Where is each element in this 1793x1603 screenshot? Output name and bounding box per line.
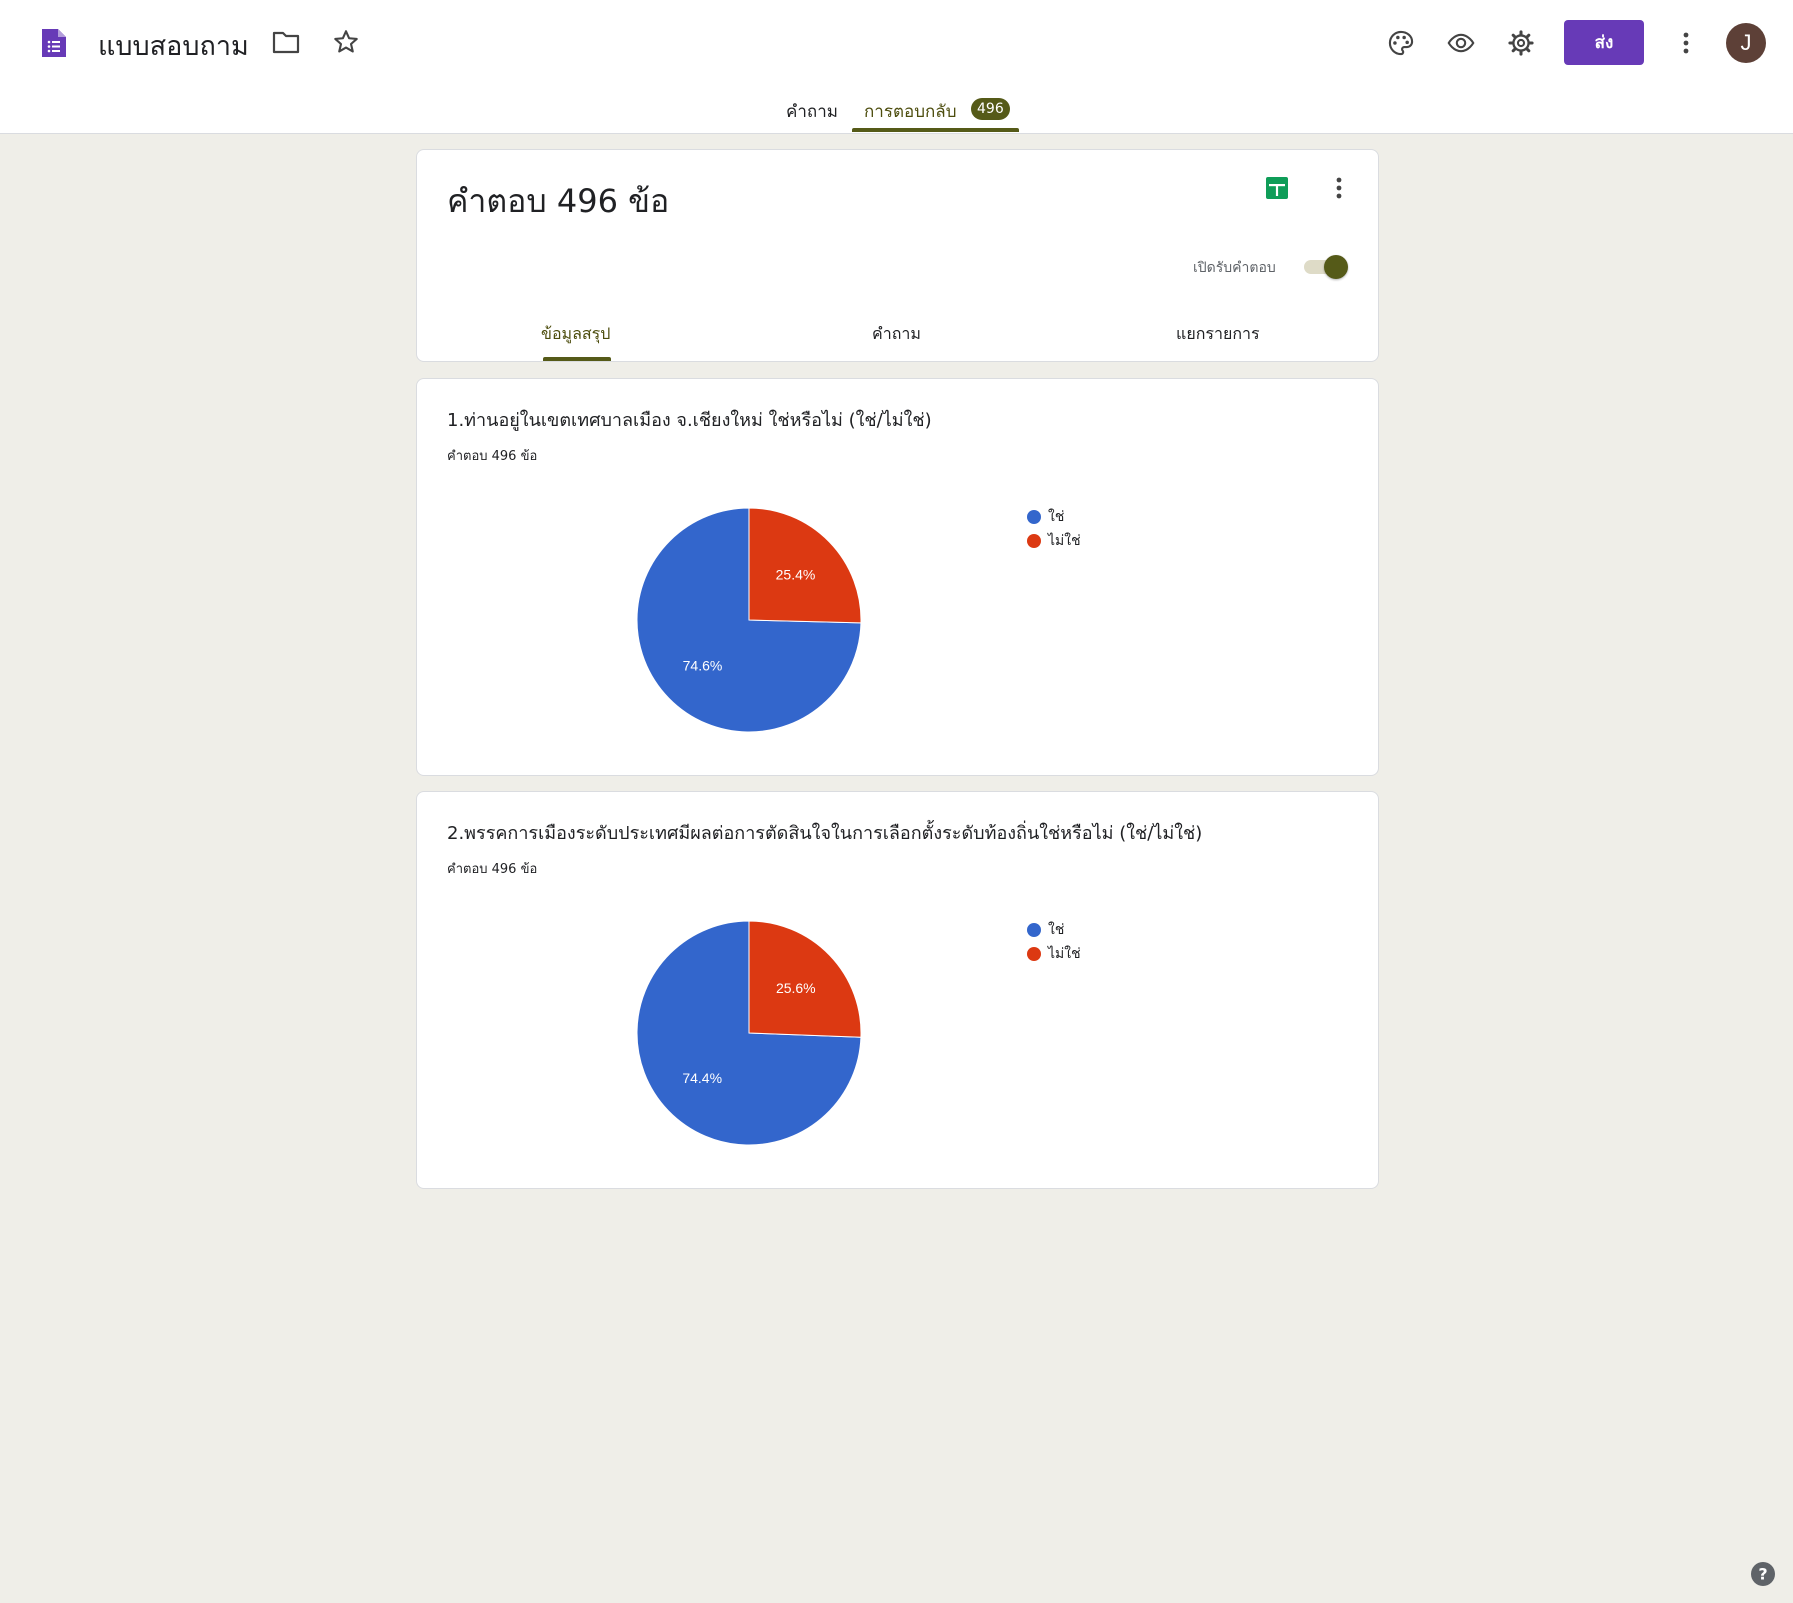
legend-swatch (1027, 947, 1041, 961)
pie-data-label: 74.6% (683, 657, 723, 673)
tab-question[interactable]: คำถาม (872, 322, 921, 347)
pie-data-label: 25.6% (776, 980, 816, 996)
toggle-thumb (1324, 255, 1348, 279)
send-button[interactable]: ส่ง (1564, 20, 1644, 65)
pie-data-label: 25.4% (776, 567, 816, 583)
sheets-icon[interactable] (1265, 176, 1289, 204)
legend-label: ใช่ (1048, 922, 1065, 938)
accepting-responses-toggle[interactable] (1300, 254, 1348, 279)
top-bar: แบบสอบถาม ส่ง J คำถาม การตอบกลับ 496 (0, 0, 1793, 134)
response-count-badge: 496 (971, 98, 1010, 120)
more-vert-icon[interactable] (1335, 176, 1343, 204)
pie-chart: 74.4% 25.6% (636, 920, 862, 1146)
legend-item: ใช่ (1027, 505, 1081, 529)
tab-responses[interactable]: การตอบกลับ (864, 98, 957, 125)
pie-data-label: 74.4% (682, 1070, 722, 1086)
gear-icon[interactable] (1505, 27, 1537, 59)
pie-slice-no[interactable] (748, 507, 862, 624)
legend-swatch (1027, 510, 1041, 524)
active-tab-indicator (852, 128, 1019, 132)
more-vert-icon[interactable] (1672, 27, 1700, 59)
legend-item: ไม่ใช่ (1027, 942, 1081, 966)
tab-individual[interactable]: แยกรายการ (1176, 322, 1260, 347)
eye-icon[interactable] (1444, 27, 1478, 59)
legend-label: ใช่ (1048, 509, 1065, 525)
tab-questions[interactable]: คำถาม (786, 98, 838, 125)
responses-summary-card: คำตอบ 496 ข้อ เปิดรับคำตอบ ข้อมูลสรุป คำ… (416, 149, 1379, 362)
question-card: 2.พรรคการเมืองระดับประเทศมีผลต่อการตัดสิ… (416, 791, 1379, 1189)
legend-swatch (1027, 534, 1041, 548)
legend-label: ไม่ใช่ (1048, 946, 1081, 962)
avatar[interactable]: J (1726, 23, 1766, 63)
folder-icon[interactable] (270, 28, 302, 56)
document-title[interactable]: แบบสอบถาม (98, 24, 249, 67)
accepting-responses-label: เปิดรับคำตอบ (1193, 260, 1276, 276)
question-card: 1.ท่านอยู่ในเขตเทศบาลเมือง จ.เชียงใหม่ ใ… (416, 378, 1379, 776)
tab-summary[interactable]: ข้อมูลสรุป (541, 322, 610, 347)
chart-legend: ใช่ ไม่ใช่ (1027, 918, 1081, 966)
star-icon[interactable] (330, 27, 362, 57)
legend-item: ไม่ใช่ (1027, 529, 1081, 553)
legend-label: ไม่ใช่ (1048, 533, 1081, 549)
legend-item: ใช่ (1027, 918, 1081, 942)
chart-legend: ใช่ ไม่ใช่ (1027, 505, 1081, 553)
forms-icon[interactable] (40, 27, 68, 59)
pie-chart: 74.6% 25.4% (636, 507, 862, 733)
palette-icon[interactable] (1385, 27, 1417, 59)
legend-swatch (1027, 923, 1041, 937)
svg-text:?: ? (1758, 1565, 1767, 1584)
active-subtab-indicator (543, 357, 611, 361)
responses-title: คำตอบ 496 ข้อ (447, 182, 670, 220)
help-icon[interactable]: ? (1750, 1561, 1776, 1591)
